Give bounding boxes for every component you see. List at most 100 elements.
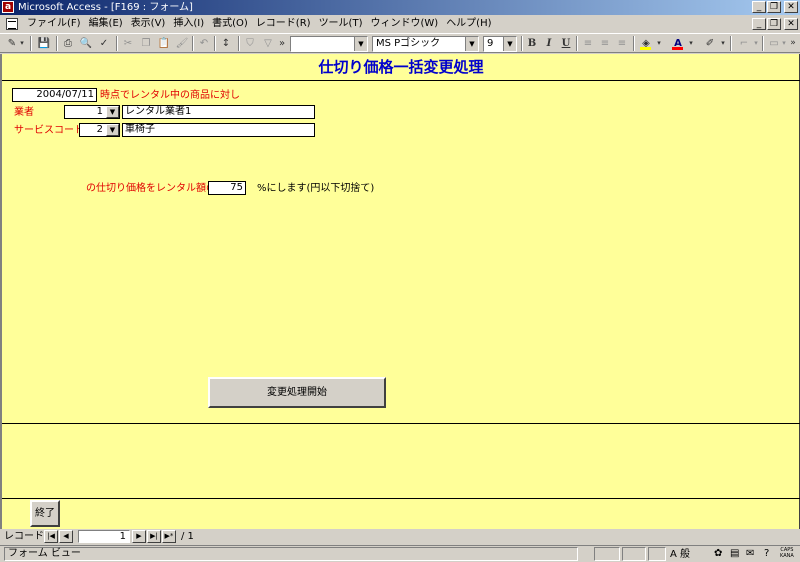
- menu-records[interactable]: レコード(R): [252, 17, 315, 31]
- font-color-swatch: [672, 47, 683, 50]
- line-color-icon[interactable]: ✐: [702, 36, 718, 51]
- italic-button[interactable]: I: [541, 36, 557, 51]
- toolbar-overflow-icon[interactable]: »: [789, 36, 797, 51]
- service-code-value: 2: [96, 124, 103, 135]
- last-record-icon[interactable]: ▶|: [147, 530, 161, 543]
- chevron-down-icon[interactable]: ▾: [780, 36, 788, 51]
- formatting-toolbar: ✎ ▾ 💾 ⎙ 🔍 ✓ ✂ ❐ 📋 🖌 ↶ ↕ ⛉ ▽ » ▼ MS Pゴシック…: [0, 33, 800, 53]
- align-left-icon[interactable]: ≡: [580, 36, 596, 51]
- cut-icon[interactable]: ✂: [120, 36, 136, 51]
- status-panel: [622, 547, 646, 561]
- service-code-label: サービスコード: [14, 125, 84, 136]
- price-suffix-label: %にします(円以下切捨て): [257, 183, 375, 194]
- vendor-dropdown-button[interactable]: ▼: [106, 106, 119, 118]
- toolbar-separator: [116, 36, 118, 51]
- fill-color-icon[interactable]: ◈: [638, 36, 654, 51]
- font-name-combo[interactable]: MS Pゴシック ▼: [372, 36, 479, 52]
- service-dropdown-button[interactable]: ▼: [106, 124, 119, 136]
- status-panel: [648, 547, 666, 561]
- chevron-down-icon[interactable]: ▼: [354, 37, 367, 51]
- new-record-icon[interactable]: ▶*: [162, 530, 176, 543]
- line-width-icon[interactable]: ⌐: [736, 36, 752, 51]
- align-center-icon[interactable]: ≡: [597, 36, 613, 51]
- kana-indicator: KANA: [780, 553, 794, 559]
- menu-window[interactable]: ウィンドウ(W): [366, 17, 442, 31]
- font-size-combo[interactable]: 9 ▼: [483, 36, 517, 52]
- status-text: フォーム ビュー: [4, 547, 578, 561]
- detail-divider: [2, 423, 800, 424]
- menu-view[interactable]: 表示(V): [127, 17, 170, 31]
- chevron-down-icon[interactable]: ▼: [503, 37, 516, 51]
- undo-icon[interactable]: ↶: [196, 36, 212, 51]
- percent-field[interactable]: 75: [208, 181, 246, 195]
- toolbar-separator: [633, 36, 635, 51]
- menu-tools[interactable]: ツール(T): [315, 17, 367, 31]
- chevron-down-icon[interactable]: ▼: [465, 37, 478, 51]
- current-record-field[interactable]: 1: [78, 530, 130, 543]
- status-bar: フォーム ビュー A 般 ✿ ▤ ✉ ? CAPS KANA: [0, 545, 800, 562]
- vendor-name-field[interactable]: レンタル業者1: [122, 105, 315, 119]
- next-record-icon[interactable]: ▶: [132, 530, 146, 543]
- copy-icon[interactable]: ❐: [138, 36, 154, 51]
- date-field[interactable]: 2004/07/11: [12, 88, 97, 102]
- filter-by-selection-icon[interactable]: ⛉: [242, 36, 258, 51]
- first-record-icon[interactable]: |◀: [44, 530, 58, 543]
- object-combo[interactable]: ▼: [290, 36, 368, 52]
- menu-insert[interactable]: 挿入(I): [169, 17, 208, 31]
- restore-button[interactable]: ❐: [767, 1, 781, 13]
- chevron-down-icon[interactable]: ▾: [655, 36, 663, 51]
- chevron-down-icon[interactable]: ▾: [719, 36, 727, 51]
- paste-icon[interactable]: 📋: [156, 36, 172, 51]
- menu-file[interactable]: ファイル(F): [23, 17, 85, 31]
- chevron-down-icon[interactable]: ▾: [687, 36, 695, 51]
- view-dropdown-icon[interactable]: ▾: [18, 36, 26, 51]
- header-divider: [2, 80, 800, 81]
- font-color-icon[interactable]: A: [670, 36, 686, 51]
- fill-color-swatch: [640, 47, 651, 50]
- doc-close-button[interactable]: ✕: [784, 18, 798, 30]
- toolbar-separator: [762, 36, 764, 51]
- chevron-down-icon[interactable]: ▾: [752, 36, 760, 51]
- menu-help[interactable]: ヘルプ(H): [442, 17, 495, 31]
- caps-kana-indicator: CAPS KANA: [780, 547, 794, 559]
- status-panel: [594, 547, 620, 561]
- previous-record-icon[interactable]: ◀: [59, 530, 73, 543]
- ime-convert-icon[interactable]: ✿: [714, 547, 722, 561]
- menu-edit[interactable]: 編集(E): [85, 17, 127, 31]
- toolbar-separator: [238, 36, 240, 51]
- print-preview-icon[interactable]: 🔍: [78, 36, 94, 51]
- format-painter-icon[interactable]: 🖌: [174, 36, 190, 51]
- align-right-icon[interactable]: ≡: [614, 36, 630, 51]
- title-bar[interactable]: a Microsoft Access - [F169 : フォーム] _ ❐ ✕: [0, 0, 800, 15]
- toolbar-separator: [192, 36, 194, 51]
- font-name-value: MS Pゴシック: [376, 38, 441, 49]
- toolbar-separator: [30, 36, 32, 51]
- ime-pad-icon[interactable]: ▤: [730, 547, 739, 561]
- form-area: 仕切り価格一括変更処理 2004/07/11 時点でレンタル中の商品に対し 業者…: [0, 54, 800, 529]
- ime-help-icon[interactable]: ?: [764, 547, 769, 561]
- service-name-field[interactable]: 車椅子: [122, 123, 315, 137]
- form-document-icon[interactable]: [6, 18, 18, 30]
- access-icon[interactable]: a: [2, 1, 14, 13]
- menu-bar: ファイル(F) 編集(E) 表示(V) 挿入(I) 書式(O) レコード(R) …: [0, 15, 800, 33]
- underline-button[interactable]: U: [558, 36, 574, 51]
- sort-icon[interactable]: ↕: [218, 36, 234, 51]
- close-button[interactable]: ✕: [784, 1, 798, 13]
- ime-dictionary-icon[interactable]: ✉: [746, 547, 754, 561]
- doc-restore-button[interactable]: ❐: [767, 18, 781, 30]
- date-suffix-label: 時点でレンタル中の商品に対し: [100, 90, 240, 101]
- print-icon[interactable]: ⎙: [60, 36, 76, 51]
- bold-button[interactable]: B: [524, 36, 540, 51]
- spelling-icon[interactable]: ✓: [96, 36, 112, 51]
- ime-mode-indicator[interactable]: A 般: [670, 548, 690, 562]
- toolbar-overflow-icon[interactable]: »: [278, 36, 286, 51]
- save-icon[interactable]: 💾: [36, 36, 52, 51]
- doc-minimize-button[interactable]: _: [752, 18, 766, 30]
- start-change-button[interactable]: 変更処理開始: [208, 377, 386, 408]
- menu-format[interactable]: 書式(O): [208, 17, 252, 31]
- vendor-label: 業者: [14, 107, 34, 118]
- footer-divider: [2, 498, 800, 499]
- exit-button[interactable]: 終了: [30, 500, 60, 527]
- minimize-button[interactable]: _: [752, 1, 766, 13]
- filter-icon[interactable]: ▽: [260, 36, 276, 51]
